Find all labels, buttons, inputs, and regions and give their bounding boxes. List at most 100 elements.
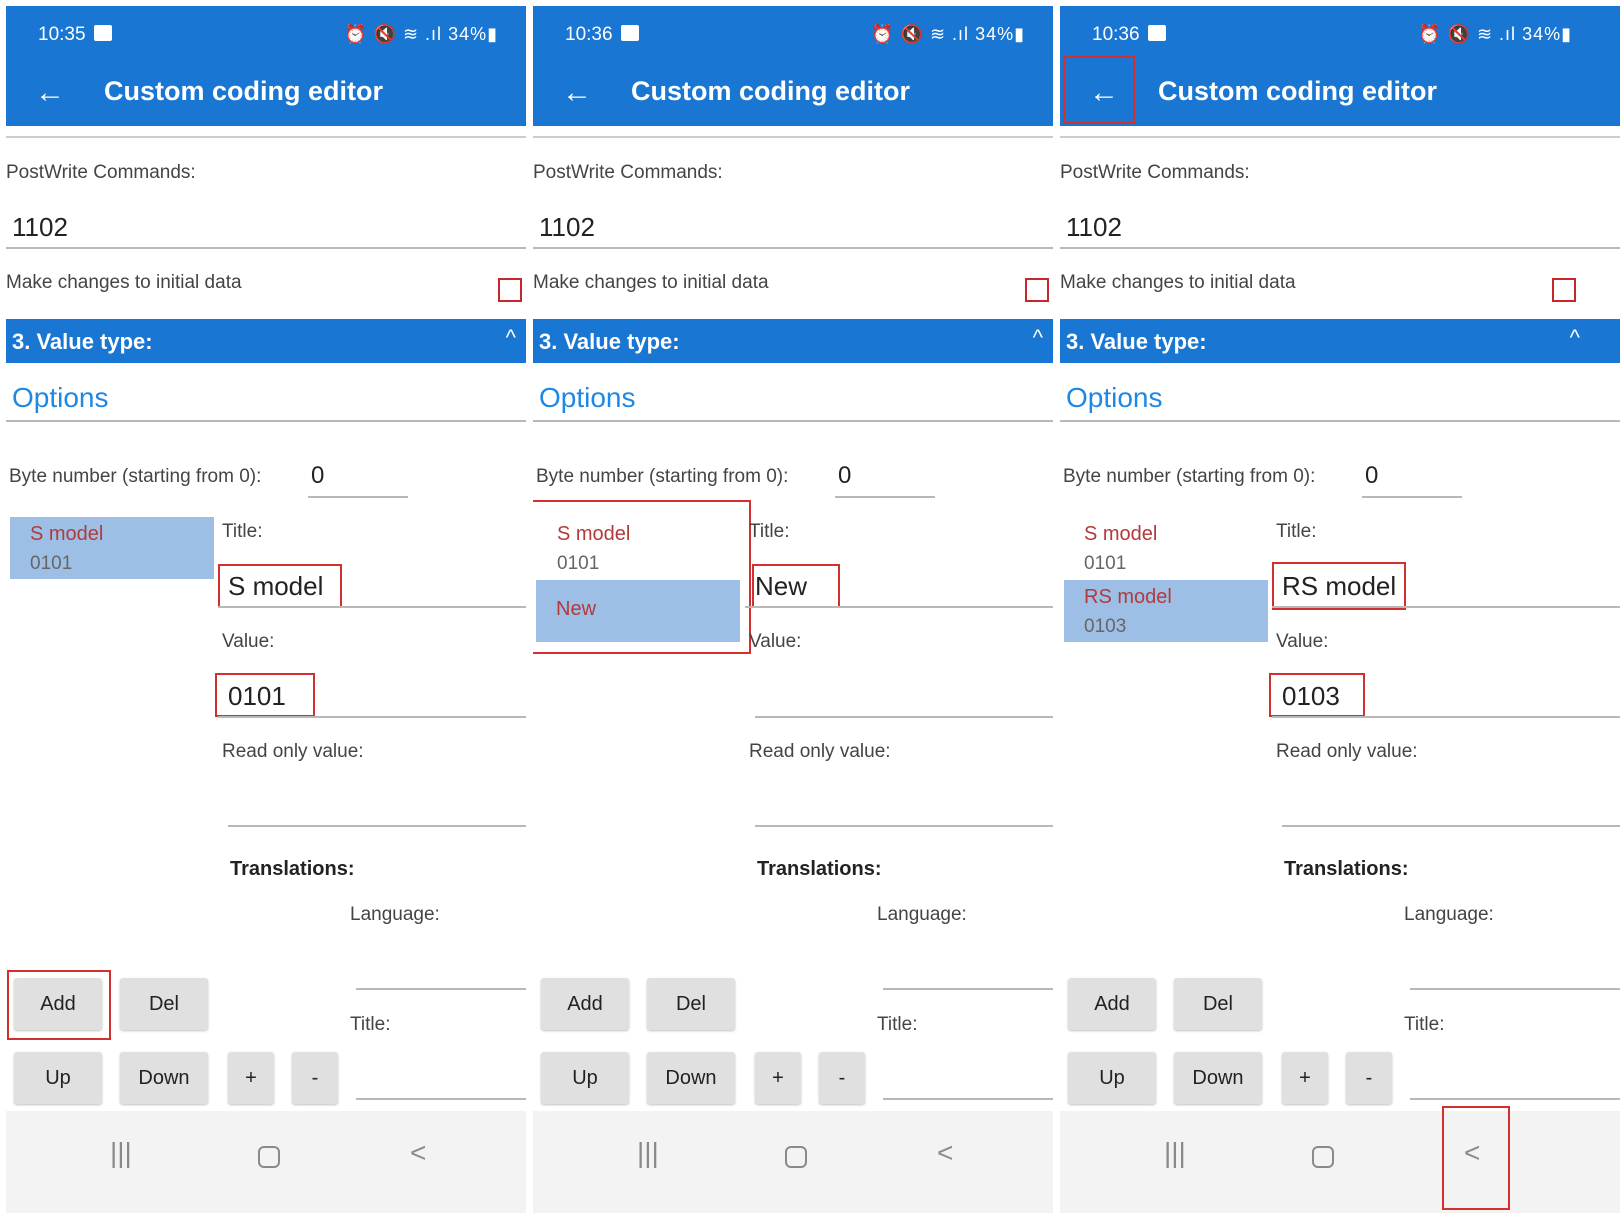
translation-title-input[interactable] bbox=[356, 1098, 526, 1100]
image-notification-icon bbox=[93, 25, 112, 41]
title-underline bbox=[1272, 606, 1620, 608]
make-changes-checkbox[interactable] bbox=[1025, 278, 1049, 302]
translations-heading: Translations: bbox=[230, 858, 355, 880]
postwrite-input[interactable]: 1102 bbox=[1066, 212, 1122, 243]
list-item-value: 0103 bbox=[1084, 616, 1127, 637]
title-highlight bbox=[1272, 562, 1406, 610]
readonly-label: Read only value: bbox=[222, 741, 364, 762]
minus-button[interactable]: - bbox=[819, 1052, 865, 1104]
list-item-value: 0101 bbox=[30, 553, 73, 574]
language-input[interactable] bbox=[883, 988, 1053, 990]
byte-number-input[interactable]: 0 bbox=[838, 462, 851, 490]
make-changes-checkbox[interactable] bbox=[498, 278, 522, 302]
tab-options[interactable]: Options bbox=[1066, 382, 1163, 414]
section-title: 3. Value type: bbox=[12, 329, 153, 354]
postwrite-label: PostWrite Commands: bbox=[6, 162, 196, 183]
arrow-left-icon[interactable]: ← bbox=[28, 72, 72, 116]
value-type-section-header[interactable]: 3. Value type: ^ bbox=[1060, 319, 1620, 363]
value-label: Value: bbox=[1276, 631, 1329, 652]
byte-number-input[interactable]: 0 bbox=[311, 462, 324, 490]
divider bbox=[6, 126, 526, 138]
add-button[interactable]: Add bbox=[541, 978, 629, 1030]
home-icon[interactable] bbox=[1312, 1143, 1334, 1175]
language-label: Language: bbox=[350, 904, 440, 925]
status-time: 10:35 bbox=[38, 24, 86, 45]
down-button[interactable]: Down bbox=[120, 1052, 208, 1104]
image-notification-icon bbox=[1147, 25, 1166, 41]
title-highlight bbox=[752, 564, 840, 608]
home-icon[interactable] bbox=[258, 1143, 280, 1175]
make-changes-checkbox[interactable] bbox=[1552, 278, 1576, 302]
postwrite-input[interactable]: 1102 bbox=[539, 212, 595, 243]
value-type-section-header[interactable]: 3. Value type: ^ bbox=[6, 319, 526, 363]
system-nav-bar: ||| < bbox=[533, 1111, 1053, 1213]
status-bar: 10:35 ⏰ 🔇 ≋ .ıl 34%▮ bbox=[6, 6, 526, 60]
language-label: Language: bbox=[877, 904, 967, 925]
up-button[interactable]: Up bbox=[1068, 1052, 1156, 1104]
add-button-highlight bbox=[7, 970, 111, 1040]
minus-button[interactable]: - bbox=[292, 1052, 338, 1104]
tab-options[interactable]: Options bbox=[539, 382, 636, 414]
battery-icon: ▮ bbox=[1014, 24, 1025, 44]
down-button[interactable]: Down bbox=[647, 1052, 735, 1104]
del-button[interactable]: Del bbox=[647, 978, 735, 1030]
postwrite-input[interactable]: 1102 bbox=[12, 212, 68, 243]
chevron-up-icon[interactable]: ^ bbox=[1570, 325, 1580, 351]
up-button[interactable]: Up bbox=[541, 1052, 629, 1104]
up-button[interactable]: Up bbox=[14, 1052, 102, 1104]
list-item[interactable]: RS model 0103 bbox=[1064, 580, 1268, 642]
system-nav-bar: ||| < bbox=[1060, 1111, 1620, 1213]
status-time: 10:36 bbox=[565, 24, 613, 45]
add-button[interactable]: Add bbox=[1068, 978, 1156, 1030]
options-underline bbox=[6, 420, 526, 422]
plus-button[interactable]: + bbox=[1282, 1052, 1328, 1104]
down-button[interactable]: Down bbox=[1174, 1052, 1262, 1104]
list-item[interactable]: S model 0101 bbox=[10, 517, 214, 579]
byte-number-input[interactable]: 0 bbox=[1365, 462, 1378, 490]
plus-button[interactable]: + bbox=[228, 1052, 274, 1104]
system-nav-bar: ||| < bbox=[6, 1111, 526, 1213]
value-highlight bbox=[215, 673, 315, 717]
nav-back-icon[interactable]: < bbox=[410, 1137, 426, 1169]
title-label: Title: bbox=[1276, 521, 1317, 542]
back-button-highlight bbox=[1063, 56, 1135, 124]
divider bbox=[1060, 126, 1620, 138]
byte-number-underline bbox=[308, 496, 408, 498]
chevron-up-icon[interactable]: ^ bbox=[1033, 325, 1043, 351]
translation-title-label: Title: bbox=[877, 1014, 918, 1035]
arrow-left-icon[interactable]: ← bbox=[555, 72, 599, 116]
app-bar: ← Custom coding editor bbox=[6, 60, 526, 126]
list-item[interactable]: S model 0101 bbox=[1064, 517, 1268, 579]
make-changes-label: Make changes to initial data bbox=[1060, 272, 1296, 293]
screen-2: 10:36 ⏰ 🔇 ≋ .ıl 34%▮ ← Custom coding edi… bbox=[533, 6, 1053, 1213]
home-icon[interactable] bbox=[785, 1143, 807, 1175]
list-item-name: RS model bbox=[1084, 586, 1172, 608]
del-button[interactable]: Del bbox=[120, 978, 208, 1030]
language-input[interactable] bbox=[1410, 988, 1620, 990]
nav-back-icon[interactable]: < bbox=[937, 1137, 953, 1169]
language-label: Language: bbox=[1404, 904, 1494, 925]
app-title: Custom coding editor bbox=[631, 76, 910, 106]
screen-3: 10:36 ⏰ 🔇 ≋ .ıl 34%▮ ← Custom coding edi… bbox=[1060, 6, 1620, 1213]
byte-number-underline bbox=[1362, 496, 1462, 498]
list-highlight bbox=[533, 500, 751, 654]
readonly-underline bbox=[755, 825, 1053, 827]
translation-title-input[interactable] bbox=[883, 1098, 1053, 1100]
language-input[interactable] bbox=[356, 988, 526, 990]
readonly-underline bbox=[228, 825, 526, 827]
recent-apps-icon[interactable]: ||| bbox=[110, 1137, 132, 1169]
plus-button[interactable]: + bbox=[755, 1052, 801, 1104]
recent-apps-icon[interactable]: ||| bbox=[1164, 1137, 1186, 1169]
tab-options[interactable]: Options bbox=[12, 382, 109, 414]
minus-button[interactable]: - bbox=[1346, 1052, 1392, 1104]
options-underline bbox=[533, 420, 1053, 422]
recent-apps-icon[interactable]: ||| bbox=[637, 1137, 659, 1169]
byte-number-underline bbox=[835, 496, 935, 498]
del-button[interactable]: Del bbox=[1174, 978, 1262, 1030]
value-type-section-header[interactable]: 3. Value type: ^ bbox=[533, 319, 1053, 363]
image-notification-icon bbox=[620, 25, 639, 41]
translation-title-input[interactable] bbox=[1410, 1098, 1620, 1100]
make-changes-label: Make changes to initial data bbox=[6, 272, 242, 293]
chevron-up-icon[interactable]: ^ bbox=[506, 325, 516, 351]
translations-heading: Translations: bbox=[1284, 858, 1409, 880]
